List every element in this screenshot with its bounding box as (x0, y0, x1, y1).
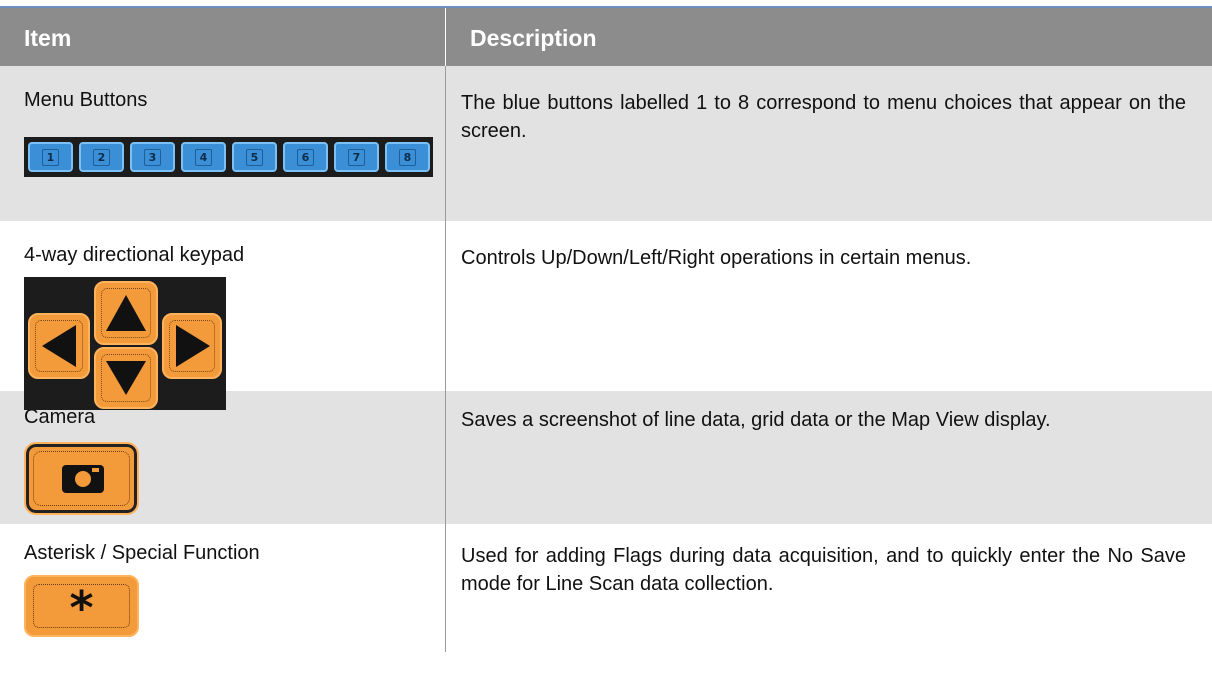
item-label: Menu Buttons (24, 89, 148, 111)
description-cell: Controls Up/Down/Left/Right operations i… (461, 247, 972, 269)
directional-keypad-image (24, 277, 226, 410)
description-cell: The blue buttons labelled 1 to 8 corresp… (461, 92, 1186, 142)
left-arrow-key-icon (28, 313, 90, 379)
menu-button-3: 3 (130, 142, 175, 172)
table-row: Camera Saves a screenshot of line data, … (0, 391, 1212, 524)
header-item: Item (0, 8, 446, 66)
menu-button-2: 2 (79, 142, 124, 172)
item-cell: Asterisk / Special Function * (0, 524, 446, 652)
table-header: Item Description (0, 8, 1212, 66)
down-arrow-key-icon (94, 347, 158, 409)
camera-icon (24, 442, 139, 515)
right-arrow-key-icon (162, 313, 222, 379)
header-description: Description (470, 25, 597, 51)
item-label: Asterisk / Special Function (24, 542, 260, 564)
menu-button-7: 7 (334, 142, 379, 172)
menu-button-4: 4 (181, 142, 226, 172)
menu-button-1: 1 (28, 142, 73, 172)
buttons-table: Item Description Menu Buttons 1 2 3 4 5 … (0, 6, 1212, 652)
menu-button-5: 5 (232, 142, 277, 172)
item-cell: 4-way directional keypad (0, 221, 446, 410)
up-arrow-key-icon (94, 281, 158, 345)
asterisk-icon: * (24, 575, 139, 637)
menu-button-8: 8 (385, 142, 430, 172)
menu-buttons-image: 1 2 3 4 5 6 7 8 (24, 137, 433, 177)
table-row: 4-way directional keypad Controls Up/Dow… (0, 221, 1212, 410)
menu-button-6: 6 (283, 142, 328, 172)
item-cell: Camera (0, 391, 446, 524)
item-cell: Menu Buttons 1 2 3 4 5 6 7 8 (0, 66, 446, 221)
table-row: Asterisk / Special Function * Used for a… (0, 524, 1212, 652)
table-row: Menu Buttons 1 2 3 4 5 6 7 8 The blue bu… (0, 66, 1212, 221)
item-label: 4-way directional keypad (24, 244, 245, 266)
description-cell: Used for adding Flags during data acquis… (461, 545, 1186, 595)
description-cell: Saves a screenshot of line data, grid da… (461, 409, 1051, 431)
